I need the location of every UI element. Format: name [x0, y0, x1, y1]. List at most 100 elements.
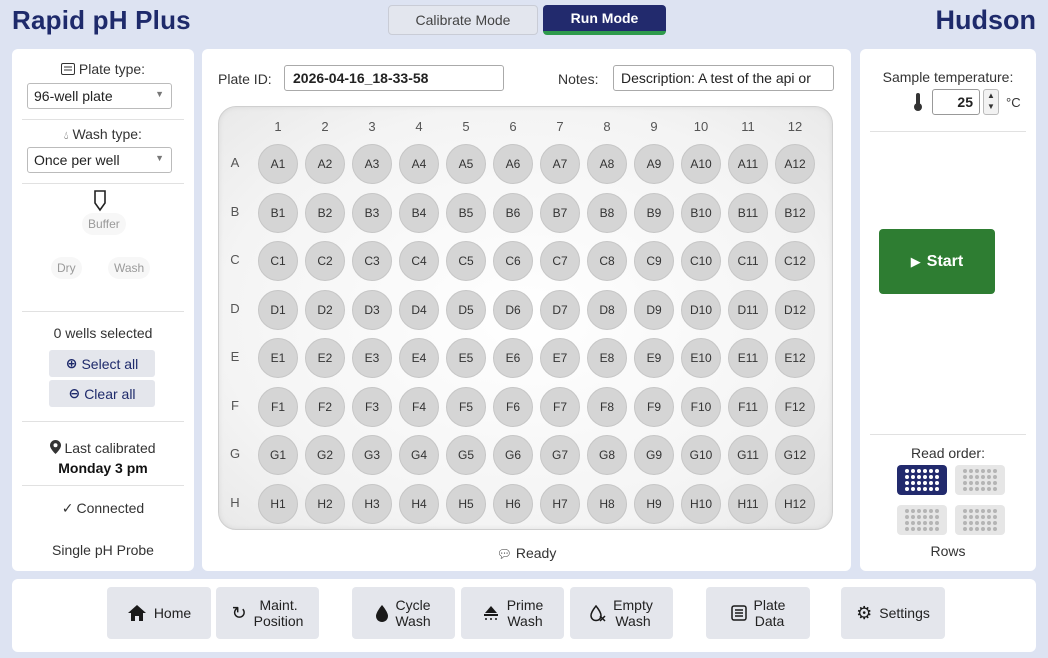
row-header[interactable]: G — [227, 446, 243, 461]
row-header[interactable]: F — [227, 398, 243, 413]
well-G9[interactable]: G9 — [634, 435, 674, 475]
well-B3[interactable]: B3 — [352, 192, 392, 233]
well-E2[interactable]: E2 — [305, 338, 345, 378]
well-B5[interactable]: B5 — [446, 192, 486, 233]
well-H7[interactable]: H7 — [540, 483, 580, 524]
well-C3[interactable]: C3 — [352, 241, 392, 281]
well-D5[interactable]: D5 — [446, 289, 486, 330]
well-E4[interactable]: E4 — [399, 338, 439, 378]
well-E8[interactable]: E8 — [587, 338, 627, 378]
start-button[interactable]: ▶ Start — [879, 229, 995, 294]
well-F11[interactable]: F11 — [728, 386, 768, 427]
row-header[interactable]: D — [227, 301, 243, 316]
well-G8[interactable]: G8 — [587, 435, 627, 475]
read-order-serpentine-columns-button[interactable] — [955, 505, 1005, 535]
empty-wash-button[interactable]: Empty Wash — [570, 587, 673, 639]
well-G1[interactable]: G1 — [258, 435, 298, 475]
well-H4[interactable]: H4 — [399, 483, 439, 524]
well-H3[interactable]: H3 — [352, 483, 392, 524]
row-header[interactable]: H — [227, 495, 243, 510]
well-B9[interactable]: B9 — [634, 192, 674, 233]
well-F9[interactable]: F9 — [634, 386, 674, 427]
row-header[interactable]: B — [227, 204, 243, 219]
well-F7[interactable]: F7 — [540, 386, 580, 427]
well-B2[interactable]: B2 — [305, 192, 345, 233]
well-D3[interactable]: D3 — [352, 289, 392, 330]
well-D12[interactable]: D12 — [775, 289, 815, 330]
well-A1[interactable]: A1 — [258, 144, 298, 184]
well-B12[interactable]: B12 — [775, 192, 815, 233]
plate-data-button[interactable]: Plate Data — [706, 587, 810, 639]
well-G3[interactable]: G3 — [352, 435, 392, 475]
well-F5[interactable]: F5 — [446, 386, 486, 427]
well-C4[interactable]: C4 — [399, 241, 439, 281]
well-B6[interactable]: B6 — [493, 192, 533, 233]
well-H11[interactable]: H11 — [728, 483, 768, 524]
well-F4[interactable]: F4 — [399, 386, 439, 427]
well-H1[interactable]: H1 — [258, 483, 298, 524]
well-H12[interactable]: H12 — [775, 483, 815, 524]
column-header[interactable]: 2 — [305, 119, 345, 134]
maint-position-button[interactable]: ↻ Maint. Position — [216, 587, 319, 639]
well-C11[interactable]: C11 — [728, 241, 768, 281]
home-button[interactable]: Home — [107, 587, 211, 639]
well-E7[interactable]: E7 — [540, 338, 580, 378]
well-C7[interactable]: C7 — [540, 241, 580, 281]
well-A3[interactable]: A3 — [352, 144, 392, 184]
well-A11[interactable]: A11 — [728, 144, 768, 184]
run-mode-button[interactable]: Run Mode — [543, 5, 666, 35]
well-D6[interactable]: D6 — [493, 289, 533, 330]
column-header[interactable]: 5 — [446, 119, 486, 134]
temperature-input[interactable]: 25 — [932, 89, 980, 115]
plate-id-input[interactable]: 2026-04-16_18-33-58 — [284, 65, 504, 91]
well-D11[interactable]: D11 — [728, 289, 768, 330]
well-F2[interactable]: F2 — [305, 386, 345, 427]
well-A12[interactable]: A12 — [775, 144, 815, 184]
well-E6[interactable]: E6 — [493, 338, 533, 378]
well-F3[interactable]: F3 — [352, 386, 392, 427]
well-E11[interactable]: E11 — [728, 338, 768, 378]
dry-position-button[interactable]: Dry — [51, 257, 82, 279]
well-A8[interactable]: A8 — [587, 144, 627, 184]
well-C9[interactable]: C9 — [634, 241, 674, 281]
wash-type-select[interactable]: Once per well ▼ — [27, 147, 172, 173]
well-E9[interactable]: E9 — [634, 338, 674, 378]
well-D4[interactable]: D4 — [399, 289, 439, 330]
well-C12[interactable]: C12 — [775, 241, 815, 281]
well-B1[interactable]: B1 — [258, 192, 298, 233]
well-H10[interactable]: H10 — [681, 483, 721, 524]
well-A2[interactable]: A2 — [305, 144, 345, 184]
well-E1[interactable]: E1 — [258, 338, 298, 378]
column-header[interactable]: 8 — [587, 119, 627, 134]
column-header[interactable]: 12 — [775, 119, 815, 134]
notes-input[interactable]: Description: A test of the api or — [613, 65, 834, 91]
well-E3[interactable]: E3 — [352, 338, 392, 378]
plate-type-select[interactable]: 96-well plate ▼ — [27, 83, 172, 109]
well-H9[interactable]: H9 — [634, 483, 674, 524]
well-D1[interactable]: D1 — [258, 289, 298, 330]
wash-position-button[interactable]: Wash — [108, 257, 151, 279]
well-B4[interactable]: B4 — [399, 192, 439, 233]
well-D10[interactable]: D10 — [681, 289, 721, 330]
column-header[interactable]: 1 — [258, 119, 298, 134]
row-header[interactable]: C — [227, 252, 243, 267]
well-C6[interactable]: C6 — [493, 241, 533, 281]
read-order-columns-button[interactable] — [955, 465, 1005, 495]
column-header[interactable]: 11 — [728, 119, 768, 134]
well-C2[interactable]: C2 — [305, 241, 345, 281]
temperature-stepper[interactable]: ▲ ▼ — [983, 89, 999, 115]
well-C8[interactable]: C8 — [587, 241, 627, 281]
well-C5[interactable]: C5 — [446, 241, 486, 281]
well-E5[interactable]: E5 — [446, 338, 486, 378]
column-header[interactable]: 10 — [681, 119, 721, 134]
buffer-position-button[interactable]: Buffer — [82, 213, 126, 235]
row-header[interactable]: E — [227, 349, 243, 364]
prime-wash-button[interactable]: Prime Wash — [461, 587, 564, 639]
well-G12[interactable]: G12 — [775, 435, 815, 475]
well-H6[interactable]: H6 — [493, 483, 533, 524]
read-order-serpentine-rows-button[interactable] — [897, 505, 947, 535]
well-C10[interactable]: C10 — [681, 241, 721, 281]
well-D8[interactable]: D8 — [587, 289, 627, 330]
well-A4[interactable]: A4 — [399, 144, 439, 184]
column-header[interactable]: 4 — [399, 119, 439, 134]
